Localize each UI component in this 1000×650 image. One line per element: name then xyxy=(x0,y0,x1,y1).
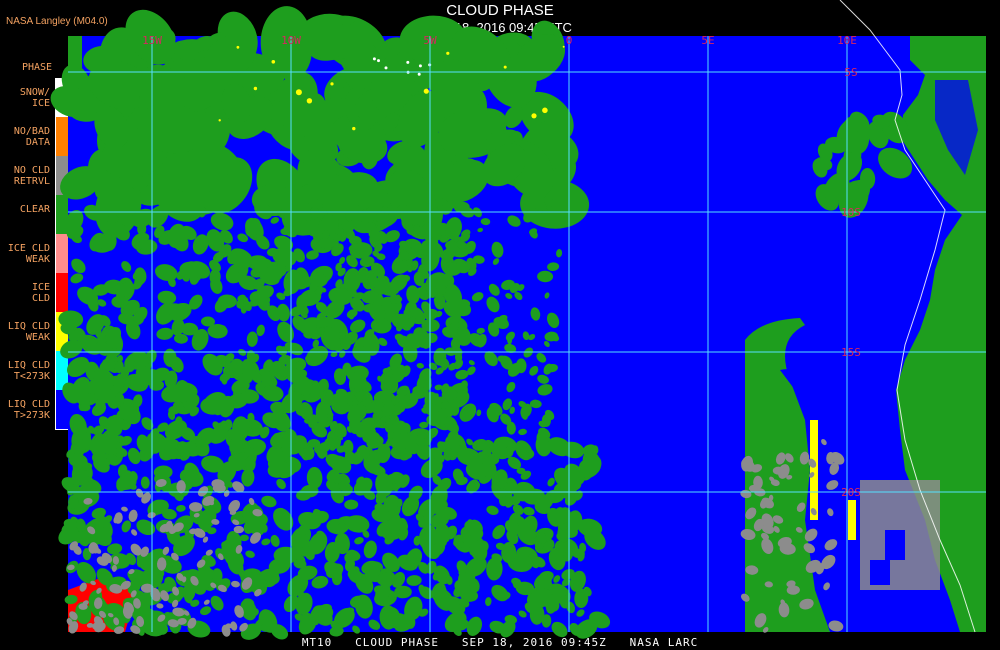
liquid-weak-speck xyxy=(446,51,450,55)
liquid-weak-speck xyxy=(271,60,276,64)
snow-ice-speck xyxy=(417,72,421,76)
liquid-weak-speck xyxy=(295,89,302,96)
snow-ice-speck xyxy=(377,59,380,63)
cloud-patch xyxy=(507,337,512,345)
liquid-weak-speck xyxy=(253,86,258,91)
liquid-weak-speck xyxy=(218,119,221,122)
liquid-weak-speck xyxy=(330,82,334,86)
longitude-label: 10W xyxy=(281,34,301,47)
cloud-patch xyxy=(368,229,381,239)
longitude-label: 10E xyxy=(837,34,857,47)
snow-ice-speck xyxy=(406,60,410,64)
liquid-weak-speck xyxy=(562,45,565,48)
longitude-label: 5W xyxy=(423,34,437,47)
longitude-label: 0 xyxy=(566,34,573,47)
liquid-weak-strip xyxy=(848,500,856,540)
cloud-patch xyxy=(452,314,462,321)
liquid-weak-speck xyxy=(236,45,240,49)
snow-ice-speck xyxy=(372,57,376,61)
liquid-weak-strip xyxy=(810,420,818,520)
snow-ice-speck xyxy=(384,66,388,70)
latitude-label: 10S xyxy=(841,206,861,219)
latitude-label: 20S xyxy=(841,486,861,499)
liquid-weak-speck xyxy=(423,88,429,94)
liquid-cloud-block xyxy=(885,530,905,560)
cloud-phase-map: 15W 10W 5W 0 5E 10E 5S 10S 15S 20S xyxy=(50,0,986,640)
liquid-weak-speck xyxy=(542,107,548,114)
snow-ice-speck xyxy=(418,64,422,68)
liquid-weak-speck xyxy=(531,113,537,119)
clear-region xyxy=(68,36,82,68)
longitude-label: 15W xyxy=(142,34,162,47)
cloud-patch xyxy=(516,467,526,475)
liquid-cloud-block xyxy=(870,560,890,585)
cloud-patch xyxy=(245,456,256,472)
latitude-label: 15S xyxy=(841,346,861,359)
liquid-weak-speck xyxy=(503,65,507,69)
liquid-weak-speck xyxy=(306,98,313,104)
latitude-label: 5S xyxy=(844,66,857,79)
longitude-label: 5E xyxy=(701,34,714,47)
liquid-weak-speck xyxy=(352,126,356,131)
footer-caption: MT10 CLOUD PHASE SEP 18, 2016 09:45Z NAS… xyxy=(301,636,699,649)
cloud-patch xyxy=(363,303,376,313)
